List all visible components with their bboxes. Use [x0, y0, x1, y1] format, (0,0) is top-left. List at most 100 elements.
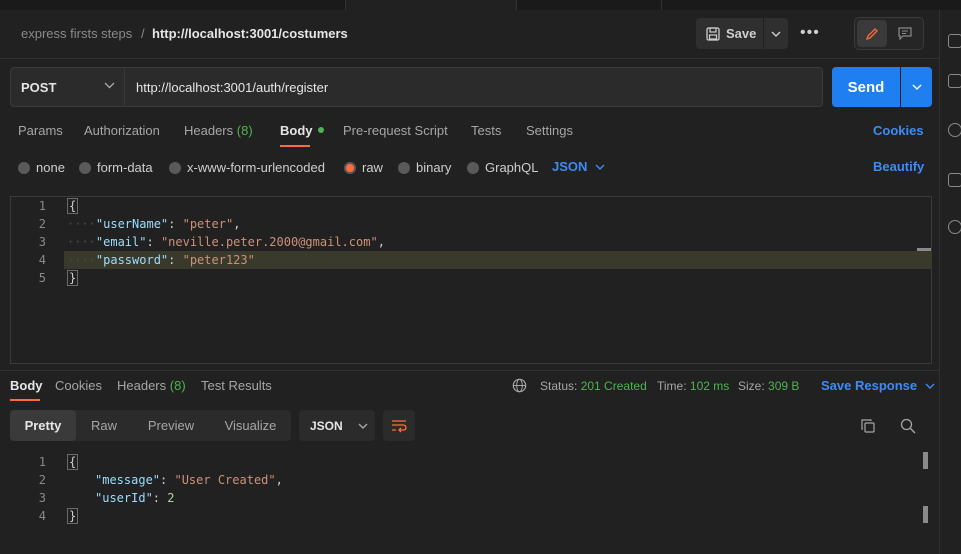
- time-readout: Time: 102 ms: [657, 379, 729, 393]
- tab-headers[interactable]: Headers (8): [184, 123, 253, 138]
- tab-body[interactable]: Body: [280, 123, 324, 138]
- close-brace: }: [67, 508, 79, 524]
- radio-raw-label: raw: [362, 160, 383, 175]
- comments-icon[interactable]: [948, 74, 961, 88]
- json-key: "userId": [95, 491, 153, 505]
- chevron-down-icon: [912, 84, 921, 90]
- json-value: "peter123": [182, 253, 255, 267]
- response-tab-headers-count: (8): [169, 378, 186, 393]
- save-response-button[interactable]: Save Response: [821, 378, 935, 393]
- save-label: Save: [726, 26, 757, 41]
- comment-mode-button[interactable]: [890, 20, 920, 47]
- json-key: "password": [95, 253, 169, 267]
- radio-none-label: none: [36, 160, 65, 175]
- radio-raw[interactable]: raw: [344, 160, 383, 175]
- request-tab-active[interactable]: [345, 0, 517, 10]
- tab-params[interactable]: Params: [18, 123, 63, 138]
- json-value: "peter": [182, 217, 234, 231]
- status-label: Status:: [540, 379, 578, 393]
- view-pretty-button[interactable]: Pretty: [10, 410, 76, 441]
- active-tab-indicator: [10, 399, 40, 401]
- response-scrollbar-top[interactable]: [923, 452, 928, 469]
- copy-icon[interactable]: [860, 418, 876, 434]
- send-options-button[interactable]: [901, 67, 932, 107]
- radio-circle: [169, 161, 181, 174]
- active-tab-indicator: [280, 145, 310, 147]
- breadcrumb-separator: /: [141, 26, 145, 41]
- response-scrollbar-bottom[interactable]: [923, 506, 928, 523]
- tab-headers-count: (8): [236, 123, 253, 138]
- globe-icon[interactable]: [512, 378, 527, 393]
- right-sidebar: [939, 10, 961, 554]
- code-line: }: [67, 508, 79, 524]
- save-button[interactable]: Save: [696, 18, 763, 49]
- radio-circle: [18, 161, 30, 174]
- save-icon: [706, 26, 720, 41]
- chevron-down-icon: [771, 31, 781, 37]
- json-key: "message": [95, 473, 161, 487]
- request-name[interactable]: http://localhost:3001/costumers: [152, 26, 348, 41]
- documentation-icon[interactable]: [948, 34, 961, 48]
- radio-form-data[interactable]: form-data: [79, 160, 153, 175]
- body-indicator-dot: [317, 127, 324, 133]
- response-tab-headers[interactable]: Headers (8): [117, 378, 186, 393]
- url-input[interactable]: http://localhost:3001/auth/register: [125, 67, 823, 107]
- indent-marker: ····: [67, 217, 96, 231]
- comment-icon: [898, 27, 912, 40]
- raw-format-select[interactable]: JSON: [552, 159, 605, 174]
- radio-urlencoded[interactable]: x-www-form-urlencoded: [169, 160, 325, 175]
- divider: [0, 370, 939, 371]
- response-tab-body[interactable]: Body: [10, 378, 43, 393]
- search-icon[interactable]: [900, 418, 916, 434]
- radio-graphql[interactable]: GraphQL: [467, 160, 538, 175]
- breadcrumb-collection[interactable]: express firsts steps: [21, 26, 132, 41]
- radio-binary-label: binary: [416, 160, 452, 175]
- cookies-link[interactable]: Cookies: [873, 123, 924, 138]
- tab-body-label: Body: [280, 123, 313, 138]
- code-line: ····"password": "peter123": [67, 253, 255, 267]
- view-visualize-button[interactable]: Visualize: [210, 410, 291, 441]
- code-line: ····"email": "neville.peter.2000@gmail.c…: [67, 235, 385, 249]
- radio-binary[interactable]: binary: [398, 160, 451, 175]
- request-tab[interactable]: [517, 0, 662, 10]
- open-brace: {: [67, 454, 79, 470]
- response-format-label: JSON: [310, 418, 343, 433]
- wrap-lines-icon: [392, 419, 407, 432]
- method-label: POST: [21, 79, 57, 95]
- beautify-link[interactable]: Beautify: [873, 159, 924, 174]
- chevron-down-icon: [104, 82, 115, 89]
- related-icon[interactable]: [948, 220, 961, 234]
- tab-authorization[interactable]: Authorization: [84, 123, 160, 138]
- tab-settings[interactable]: Settings: [526, 123, 573, 138]
- response-tab-headers-label: Headers: [117, 378, 167, 393]
- json-key: "email": [95, 235, 147, 249]
- pencil-icon: [865, 27, 878, 40]
- edit-mode-button[interactable]: [857, 20, 887, 47]
- response-tab-test-results[interactable]: Test Results: [201, 378, 272, 393]
- response-tab-cookies[interactable]: Cookies: [55, 378, 102, 393]
- send-button[interactable]: Send: [832, 67, 900, 107]
- view-raw-button[interactable]: Raw: [76, 410, 132, 441]
- tab-tests[interactable]: Tests: [471, 123, 501, 138]
- tab-strip: [0, 0, 961, 10]
- radio-urlencoded-label: x-www-form-urlencoded: [187, 160, 325, 175]
- line-number: 4: [38, 509, 46, 523]
- info-icon[interactable]: [948, 123, 961, 137]
- line-number: 1: [38, 455, 46, 469]
- tab-prerequest-script[interactable]: Pre-request Script: [343, 123, 448, 138]
- more-actions-button[interactable]: •••: [800, 24, 820, 42]
- radio-none[interactable]: none: [18, 160, 65, 175]
- radio-circle: [398, 161, 410, 174]
- code-line: ····"userName": "peter",: [67, 217, 241, 231]
- json-value: "neville.peter.2000@gmail.com": [160, 235, 378, 249]
- line-number: 4: [38, 253, 46, 267]
- size-readout: Size: 309 B: [738, 379, 799, 393]
- view-preview-button[interactable]: Preview: [132, 410, 210, 441]
- save-options-button[interactable]: [764, 18, 788, 49]
- code-line: "message": "User Created",: [95, 473, 283, 487]
- editor-scrollbar[interactable]: [917, 248, 931, 251]
- code-icon[interactable]: [948, 173, 961, 187]
- response-format-select[interactable]: JSON: [299, 410, 375, 441]
- divider: [0, 58, 939, 59]
- wrap-lines-button[interactable]: [383, 410, 415, 441]
